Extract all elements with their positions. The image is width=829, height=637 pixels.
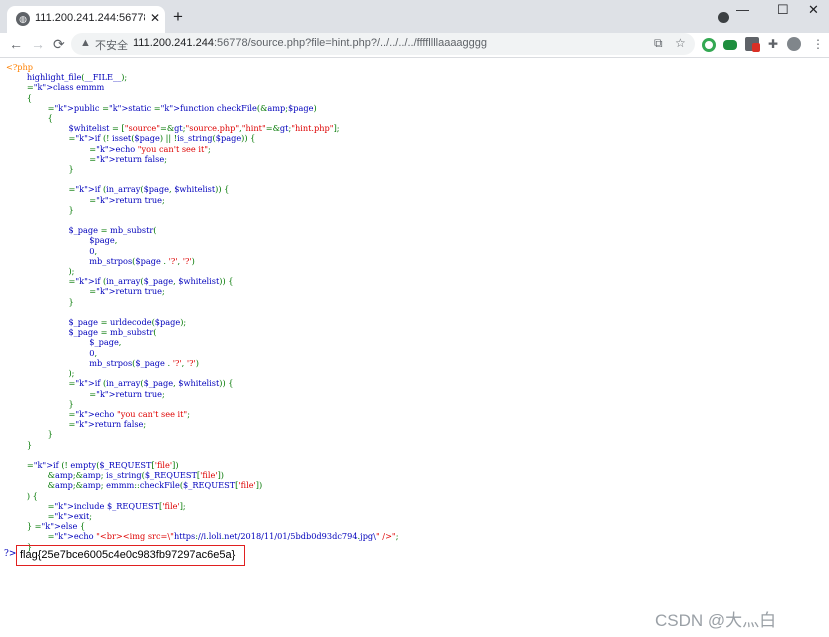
code-line: { xyxy=(47,113,53,124)
flag-highlight-box: flag{25e7bce6005c4e0c983fb97297ac6e5a} xyxy=(16,545,245,566)
code-line: 0, xyxy=(6,347,98,358)
code-line: } xyxy=(26,439,33,450)
warning-icon[interactable]: ▲ xyxy=(80,37,91,49)
code-line: &amp;&amp; is_string($_REQUEST['file']) xyxy=(47,470,224,481)
maximize-button[interactable]: ☐ xyxy=(777,2,789,18)
code-line: ="k">class emmm xyxy=(26,82,105,93)
code-line: $page, xyxy=(6,235,118,246)
code-line: ="k">if (! empty($_REQUEST['file']) xyxy=(26,459,179,470)
php-close-tag: ?> xyxy=(4,549,17,559)
tab-search-icon[interactable] xyxy=(718,12,729,23)
window-close-button[interactable]: ✕ xyxy=(808,2,819,18)
code-line: ); xyxy=(68,368,75,379)
url-path: :56778/source.php?file=hint.php?/../../.… xyxy=(213,37,488,49)
watermark: CSDN @大灬白 xyxy=(655,611,777,630)
security-label[interactable]: 不安全 xyxy=(95,37,128,53)
avatar[interactable] xyxy=(787,37,801,51)
code-line: } xyxy=(68,398,74,409)
code-line: $whitelist = ["source"=&gt;"source.php",… xyxy=(6,123,340,134)
code-line: ); xyxy=(68,266,75,277)
active-tab[interactable]: ◍ 111.200.241.244:56778/source.php?file=… xyxy=(7,6,165,33)
code-line: highlight_file(__FILE__); xyxy=(6,72,128,83)
page-content: <?php highlight_file(__FILE__); ="k">cla… xyxy=(0,58,829,637)
code-line: ="k">include $_REQUEST['file']; xyxy=(47,500,186,511)
globe-icon: ◍ xyxy=(16,12,30,26)
code-line: $_page, xyxy=(6,337,122,348)
code-line: 0, xyxy=(6,245,98,256)
code-line: ="k">echo "you can't see it"; xyxy=(89,143,211,154)
code-line: ="k">return true; xyxy=(89,388,165,399)
bookmark-star-icon[interactable]: ☆ xyxy=(675,36,686,50)
code-line: ="k">exit; xyxy=(47,510,93,521)
php-source-code: <?php highlight_file(__FILE__); ="k">cla… xyxy=(6,62,398,552)
tab-strip: ◍ 111.200.241.244:56778/source.php?file=… xyxy=(0,0,829,33)
code-line: ="k">return false; xyxy=(68,419,147,430)
code-line: <?php xyxy=(6,62,34,72)
code-line: &amp;&amp; emmm::checkFile($_REQUEST['fi… xyxy=(47,480,263,491)
reload-button[interactable]: ⟳ xyxy=(53,36,65,53)
code-line: ="k">if (! isset($page) || !is_string($p… xyxy=(68,133,256,144)
new-tab-button[interactable]: + xyxy=(173,7,183,27)
code-line: } xyxy=(68,204,74,215)
code-line: { xyxy=(26,92,33,103)
extension-icon[interactable] xyxy=(745,37,760,52)
translate-icon[interactable]: ⧉ xyxy=(654,36,663,51)
code-line: ="k">if (in_array($page, $whitelist)) { xyxy=(68,184,230,195)
code-line: } xyxy=(47,429,53,440)
code-line: ="k">echo "<br><img src=\"https://i.loli… xyxy=(47,531,399,542)
code-line: ="k">public ="k">static ="k">function ch… xyxy=(47,102,317,113)
code-line: } xyxy=(68,164,74,175)
forward-button[interactable]: → xyxy=(31,36,45,52)
code-line: ="k">return true; xyxy=(89,194,165,205)
code-line: mb_strpos($page . '?', '?') xyxy=(6,255,195,266)
address-bar[interactable]: ▲ 不安全 111.200.241.244:56778/source.php?f… xyxy=(71,33,695,55)
code-line: $_page = mb_substr( xyxy=(6,327,157,338)
flag-text: flag{25e7bce6005c4e0c983fb97297ac6e5a} xyxy=(20,549,236,561)
code-line: ="k">if (in_array($_page, $whitelist)) { xyxy=(68,276,234,287)
code-line: ="k">echo "you can't see it"; xyxy=(68,408,190,419)
extension-icon[interactable] xyxy=(702,38,716,52)
code-line: mb_strpos($_page . '?', '?') xyxy=(6,357,199,368)
code-line: } ="k">else { xyxy=(26,521,86,532)
back-button[interactable]: ← xyxy=(9,36,23,52)
browser-toolbar: ← → ⟳ ▲ 不安全 111.200.241.244:56778/source… xyxy=(0,33,829,58)
code-line: ="k">if (in_array($_page, $whitelist)) { xyxy=(68,378,234,389)
extension-badge xyxy=(752,43,760,52)
minimize-button[interactable]: — xyxy=(736,2,749,17)
code-line: $_page = mb_substr( xyxy=(6,225,157,236)
tab-title: 111.200.241.244:56778/source.php?file=hi… xyxy=(35,12,145,24)
url-host: 111.200.241.244 xyxy=(133,37,214,49)
extensions-puzzle-icon[interactable]: ✚ xyxy=(768,37,778,51)
menu-kebab-icon[interactable]: ⋮ xyxy=(812,37,824,51)
code-line: } xyxy=(68,296,74,307)
code-line: $_page = urldecode($page); xyxy=(6,317,187,328)
url-text[interactable]: 111.200.241.244:56778/source.php?file=hi… xyxy=(133,37,487,49)
code-line: ="k">return false; xyxy=(89,153,167,164)
extension-icon[interactable] xyxy=(723,40,737,50)
code-line: ="k">return true; xyxy=(89,286,165,297)
close-icon[interactable]: ✕ xyxy=(150,11,160,25)
code-line: ) { xyxy=(26,490,38,501)
